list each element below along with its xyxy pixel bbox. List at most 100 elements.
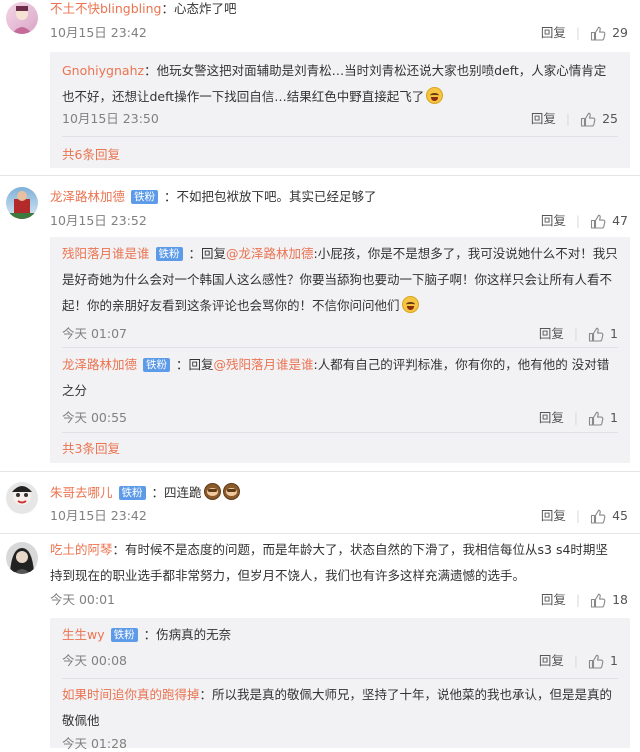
reply-meta: 10月15日 23:50 回复 | 25 <box>62 108 618 130</box>
reply-button[interactable]: 回复 <box>539 323 564 345</box>
fan-badge: 铁粉 <box>143 358 171 372</box>
reply-divider <box>62 347 618 348</box>
reply-username[interactable]: 龙泽路林加德 <box>62 357 137 372</box>
reply-body: 龙泽路林加德 铁粉 ：回复@残阳落月谁是谁:人都有自己的评判标准，你有你的，他有他的… <box>62 352 618 404</box>
like-button[interactable]: 1 <box>588 323 618 345</box>
reply-username[interactable]: 生生wy <box>62 627 105 642</box>
reply-actions: 回复 | 25 <box>531 108 618 130</box>
like-count: 45 <box>612 508 628 523</box>
action-divider: | <box>575 592 581 607</box>
like-button[interactable]: 18 <box>590 589 628 611</box>
comment-username[interactable]: 不土不快blingbling <box>50 1 161 16</box>
reply-button[interactable]: 回复 <box>539 407 564 429</box>
avatar[interactable] <box>6 482 38 514</box>
like-count: 1 <box>610 326 618 341</box>
reply-body: 生生wy 铁粉 ：伤病真的无奈 <box>62 622 618 648</box>
reply-button[interactable]: 回复 <box>539 650 564 672</box>
reply-username[interactable]: Gnohiygnahz <box>62 63 144 78</box>
reply-body: 残阳落月谁是谁 铁粉 ：回复@龙泽路林加德:小屁孩，你是不是想多了，我可没说她什么不… <box>62 241 618 319</box>
avatar[interactable] <box>6 187 38 219</box>
comment-item: 朱哥去哪儿 铁粉 ：四连跪 10月15日 23:42 回复 | 45 <box>0 478 640 528</box>
comment-username[interactable]: 吃土的阿琴 <box>50 542 113 557</box>
like-count: 25 <box>602 111 618 126</box>
comment-actions: 回复 | 45 <box>541 505 628 527</box>
avatar-image <box>10 548 34 574</box>
reply-button[interactable]: 回复 <box>541 210 566 232</box>
like-button[interactable]: 25 <box>580 108 618 130</box>
reply-meta: 今天 00:55 回复 | 1 <box>62 407 618 429</box>
comment-time: 10月15日 23:42 <box>50 25 147 40</box>
like-count: 29 <box>612 25 628 40</box>
comment-item: 吃土的阿琴：有时候不是态度的问题，而是年龄大了，状态自然的下滑了，我相信每位从s… <box>0 537 640 748</box>
thumbs-up-icon <box>591 26 606 41</box>
action-divider: | <box>573 326 579 341</box>
comment-body: 吃土的阿琴：有时候不是态度的问题，而是年龄大了，状态自然的下滑了，我相信每位从s… <box>50 537 620 589</box>
comment-divider <box>0 175 640 176</box>
reply-button[interactable]: 回复 <box>531 108 556 130</box>
comment-actions: 回复 | 47 <box>541 210 628 232</box>
action-divider: | <box>573 653 579 668</box>
laughing-emoji-icon <box>426 87 444 104</box>
comment-text: ：四连跪 <box>151 485 202 500</box>
avatar-image <box>12 486 32 505</box>
reply-text: ：他玩女警这把对面辅助是刘青松…当时刘青松还说大家也别喷deft，人家心情肯定也… <box>62 63 607 104</box>
mention-link[interactable]: @残阳落月谁是谁 <box>214 357 314 372</box>
comment-time: 今天 00:01 <box>50 592 115 607</box>
reply-item: 生生wy 铁粉 ：伤病真的无奈 今天 00:08 回复 | 1 <box>62 622 618 674</box>
comment-actions: 回复 | 29 <box>541 22 628 44</box>
reply-item: 残阳落月谁是谁 铁粉 ：回复@龙泽路林加德:小屁孩，你是不是想多了，我可没说她什么不… <box>62 241 618 345</box>
comment-body: 龙泽路林加德 铁粉 ：不如把包袱放下吧。其实已经足够了 <box>50 184 620 210</box>
comment-text: ：有时候不是态度的问题，而是年龄大了，状态自然的下滑了，我相信每位从s3 s4时… <box>50 542 608 583</box>
like-button[interactable]: 29 <box>590 22 628 44</box>
see-no-evil-monkey-icon <box>203 483 221 500</box>
thumbs-up-icon <box>591 509 606 524</box>
like-count: 18 <box>612 592 628 607</box>
comment-actions: 回复 | 18 <box>541 589 628 611</box>
more-replies-link[interactable]: 共6条回复 <box>62 144 120 166</box>
like-button[interactable]: 1 <box>588 407 618 429</box>
reply-word: ：回复 <box>176 357 214 372</box>
comment-time: 10月15日 23:52 <box>50 213 147 228</box>
action-divider: | <box>575 508 581 523</box>
more-replies-link[interactable]: 共3条回复 <box>62 438 120 460</box>
fan-badge: 铁粉 <box>118 486 146 500</box>
comment-text: ：心态炸了吧 <box>161 1 237 16</box>
like-button[interactable]: 45 <box>590 505 628 527</box>
avatar[interactable] <box>6 2 38 34</box>
comment-meta: 10月15日 23:52 回复 | 47 <box>50 210 628 232</box>
mention-link[interactable]: @龙泽路林加德 <box>226 246 314 261</box>
like-button[interactable]: 1 <box>588 650 618 672</box>
thumbs-up-icon <box>581 112 596 127</box>
reply-item: 龙泽路林加德 铁粉 ：回复@残阳落月谁是谁:人都有自己的评判标准，你有你的，他有他的… <box>62 352 618 428</box>
reply-time: 今天 01:28 <box>62 736 127 751</box>
action-divider: | <box>575 25 581 40</box>
reply-time: 今天 00:08 <box>62 653 127 668</box>
reply-meta: 今天 00:08 回复 | 1 <box>62 650 618 672</box>
comment-time: 10月15日 23:42 <box>50 508 147 523</box>
avatar[interactable] <box>6 542 38 574</box>
reply-thread: 残阳落月谁是谁 铁粉 ：回复@龙泽路林加德:小屁孩，你是不是想多了，我可没说她什么不… <box>50 237 630 463</box>
reply-text: ：伤病真的无奈 <box>143 627 232 642</box>
like-button[interactable]: 47 <box>590 210 628 232</box>
fan-badge: 铁粉 <box>131 190 159 204</box>
comment-divider <box>0 533 640 534</box>
fan-badge: 铁粉 <box>110 628 138 642</box>
avatar-image <box>6 191 38 219</box>
comment-item: 不土不快blingbling：心态炸了吧 10月15日 23:42 回复 | 2… <box>0 0 640 168</box>
reply-username[interactable]: 如果时间追你真的跑得掉 <box>62 687 200 702</box>
reply-time: 今天 00:55 <box>62 410 127 425</box>
laughing-emoji-icon <box>401 296 419 313</box>
reply-button[interactable]: 回复 <box>541 589 566 611</box>
comment-username[interactable]: 朱哥去哪儿 <box>50 485 113 500</box>
like-count: 1 <box>610 410 618 425</box>
reply-username[interactable]: 残阳落月谁是谁 <box>62 246 150 261</box>
reply-button[interactable]: 回复 <box>541 505 566 527</box>
action-divider: | <box>575 213 581 228</box>
reply-button[interactable]: 回复 <box>541 22 566 44</box>
see-no-evil-monkey-icon <box>222 483 240 500</box>
comment-username[interactable]: 龙泽路林加德 <box>50 189 125 204</box>
reply-body: 如果时间追你真的跑得掉：所以我是真的敬佩大师兄，坚持了十年，说他菜的我也承认，但… <box>62 682 618 734</box>
action-divider: | <box>565 111 571 126</box>
reply-word: ：回复 <box>188 246 227 261</box>
reply-actions: 回复 | 1 <box>539 407 618 429</box>
